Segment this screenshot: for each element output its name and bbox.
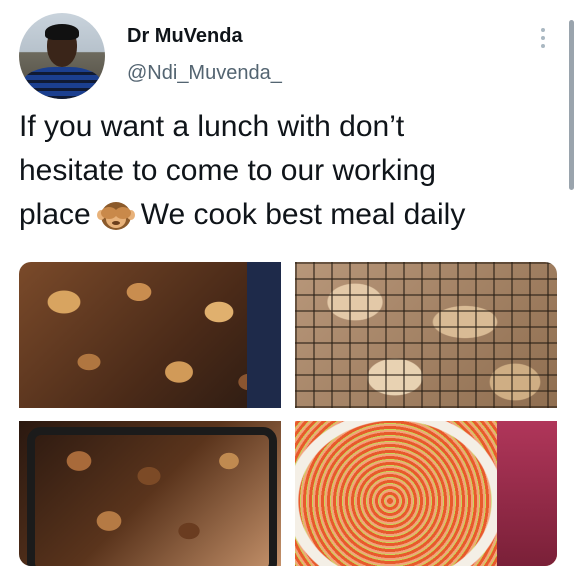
avatar-hair [45,24,79,40]
media-image-chicken-grill[interactable] [295,262,557,408]
tweet-line: If you want a lunch with don’t [19,110,405,143]
author-name[interactable]: Dr MuVenda [127,25,243,48]
image-background [497,421,557,566]
menu-dot [541,28,545,32]
tweet-word: We cook best meal daily [140,198,466,231]
media-image-grilled-meat[interactable] [19,262,281,408]
menu-dot [541,44,545,48]
image-background [247,262,281,408]
scrollbar[interactable] [569,20,574,190]
see-no-evil-monkey-icon [96,202,135,230]
baking-tray [27,427,277,566]
tweet-line: place We cook best meal daily [19,193,559,237]
avatar[interactable] [19,13,105,99]
tweet-text: If you want a lunch with don’t hesitate … [19,105,559,237]
more-options-icon[interactable] [533,24,553,52]
tweet-line: hesitate to come to our working [19,154,436,187]
media-image-tomato-relish[interactable] [295,421,557,566]
menu-dot [541,36,545,40]
avatar-shirt [23,67,101,99]
tweet-word: place [19,198,91,231]
author-handle[interactable]: @Ndi_Muvenda_ [127,62,282,85]
media-image-meat-tray[interactable] [19,421,281,566]
